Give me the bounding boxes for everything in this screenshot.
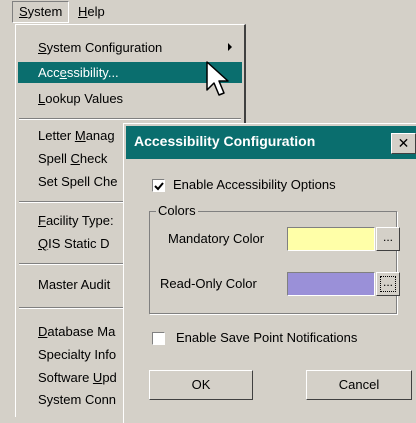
menu-bar: System Help — [0, 0, 245, 24]
mandatory-color-label: Mandatory Color — [168, 231, 265, 246]
menu-item-text: ssibility... — [66, 65, 119, 80]
readonly-color-browse-button[interactable]: ... — [376, 272, 400, 296]
close-icon: ✕ — [397, 135, 410, 151]
menu-item-text: Acc — [38, 65, 60, 80]
cancel-button[interactable]: Cancel — [306, 370, 412, 400]
menu-item-access-key: D — [38, 324, 48, 339]
mandatory-color-swatch[interactable] — [287, 227, 375, 251]
colors-group-legend: Colors — [156, 203, 198, 218]
menu-item-text: IS Static D — [48, 236, 110, 251]
ok-button[interactable]: OK — [149, 370, 253, 400]
menu-item-text: atabase Ma — [47, 324, 116, 339]
menu-item-text: Software — [38, 370, 93, 385]
submenu-arrow-icon — [228, 43, 232, 51]
menu-item-text: Set Spell Che — [38, 174, 118, 189]
menu-item-text: Letter — [38, 128, 75, 143]
menu-item-text: System Conn — [38, 392, 117, 407]
readonly-color-label: Read-Only Color — [160, 276, 257, 291]
enable-accessibility-checkbox[interactable] — [152, 179, 165, 192]
menu-item-text: acility Type: — [45, 213, 114, 228]
menu-system-label: ystem — [27, 4, 63, 19]
menu-item-text: heck — [79, 151, 108, 166]
menu-item-access-key: S — [38, 40, 47, 55]
colors-group: Colors Mandatory Color ... Read-Only Col… — [149, 203, 400, 314]
menu-system-access-key: S — [19, 4, 28, 19]
menu-separator — [19, 118, 241, 120]
menu-item-access-key: C — [70, 151, 80, 166]
dialog-title-bar: Accessibility Configuration ✕ — [126, 126, 416, 159]
menu-item-text: Specialty Info — [38, 347, 117, 362]
menu-item-text: Master Audit — [38, 277, 111, 292]
menu-item-access-key: F — [38, 213, 46, 228]
menu-help-label: elp — [87, 4, 105, 19]
menu-item-access-key: e — [59, 65, 67, 80]
menu-item-text: Spell — [38, 151, 71, 166]
check-mark-icon — [154, 182, 164, 191]
menu-item-text: ystem Configuration — [46, 40, 163, 55]
menu-item-text: pd — [102, 370, 117, 385]
close-button[interactable]: ✕ — [391, 133, 416, 154]
arrow-cursor-icon — [206, 61, 229, 96]
menu-system[interactable]: System — [12, 1, 70, 23]
dialog-title: Accessibility Configuration — [134, 133, 316, 149]
menu-help-access-key: H — [78, 4, 88, 19]
enable-save-point-checkbox[interactable] — [152, 332, 165, 345]
menu-item-access-key: Q — [38, 236, 49, 251]
enable-save-point-label: Enable Save Point Notifications — [176, 330, 358, 345]
readonly-color-swatch[interactable] — [287, 272, 375, 296]
menu-item-text: ookup Values — [45, 91, 124, 106]
accessibility-configuration-dialog: Accessibility Configuration ✕ Enable Acc… — [123, 123, 416, 423]
enable-accessibility-label: Enable Accessibility Options — [173, 177, 336, 192]
menu-item-system-configuration[interactable]: System Configuration — [18, 37, 242, 58]
menu-item-access-key: M — [74, 128, 86, 143]
menu-item-access-key: U — [92, 370, 103, 385]
menu-item-text: anag — [85, 128, 115, 143]
menu-help[interactable]: Help — [72, 2, 111, 22]
mandatory-color-browse-button[interactable]: ... — [376, 227, 400, 251]
